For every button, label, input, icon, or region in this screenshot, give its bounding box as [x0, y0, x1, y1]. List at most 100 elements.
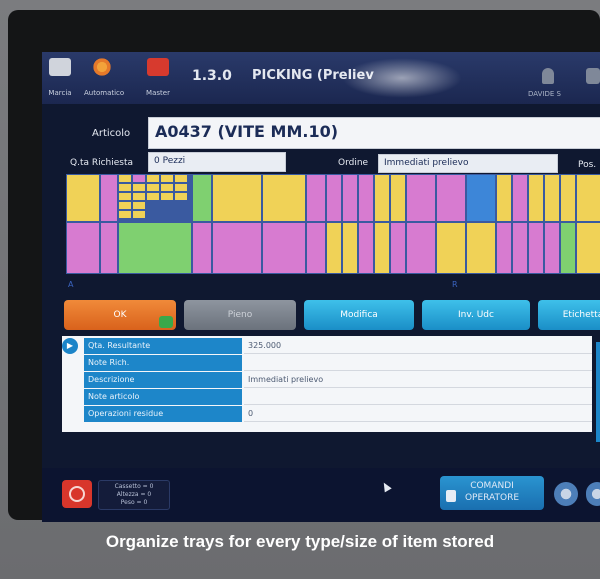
- comandi-operatore-button[interactable]: COMANDI OPERATORE: [440, 476, 544, 510]
- tray-cell[interactable]: [529, 175, 543, 221]
- photo-background: Marcia Automatico Master 1.3.0 PICKING (…: [0, 0, 600, 579]
- tray-cell[interactable]: [119, 223, 191, 273]
- pieno-button[interactable]: Pieno: [184, 300, 296, 330]
- info-row[interactable]: Note articolo: [84, 389, 592, 405]
- tray-cell[interactable]: [327, 175, 341, 221]
- inv-udc-button[interactable]: Inv. Udc: [422, 300, 530, 330]
- tray-cell[interactable]: [359, 175, 373, 221]
- tray-small-cell[interactable]: [133, 202, 145, 209]
- round-button-icon[interactable]: [554, 482, 578, 506]
- power-icon: [69, 486, 85, 502]
- tray-small-cell[interactable]: [175, 184, 187, 191]
- qta-richiesta-field[interactable]: 0 Pezzi: [148, 152, 286, 172]
- info-table: ▶ Qta. Resultante 325.000 Note Rich. Des…: [62, 336, 592, 432]
- status-altezza: Altezza = 0: [116, 491, 152, 498]
- tray-cell[interactable]: [213, 223, 261, 273]
- user-name: DAVIDE S: [528, 90, 561, 98]
- articolo-field[interactable]: A0437 (VITE MM.10): [148, 117, 600, 149]
- tray-small-cell[interactable]: [119, 193, 131, 200]
- tray-cell[interactable]: [101, 223, 117, 273]
- tray-small-cell[interactable]: [133, 193, 145, 200]
- tray-cell[interactable]: [407, 175, 435, 221]
- tray-small-cell[interactable]: [119, 202, 131, 209]
- tray-cell[interactable]: [577, 223, 600, 273]
- tray-cell[interactable]: [375, 175, 389, 221]
- tray-cell[interactable]: [343, 175, 357, 221]
- tray-cell[interactable]: [213, 175, 261, 221]
- tray-cell[interactable]: [437, 175, 465, 221]
- round-button-icon[interactable]: [586, 482, 600, 506]
- inv-udc-label: Inv. Udc: [458, 310, 494, 320]
- tray-cell[interactable]: [529, 223, 543, 273]
- tray-small-cell[interactable]: [133, 211, 145, 218]
- tray-cell[interactable]: [359, 223, 373, 273]
- tray-small-cell[interactable]: [161, 175, 173, 182]
- user-icon[interactable]: [542, 68, 554, 84]
- tray-cell[interactable]: [307, 223, 325, 273]
- tray-small-cell[interactable]: [147, 175, 159, 182]
- tray-cell[interactable]: [577, 175, 600, 221]
- tray-cell[interactable]: [545, 175, 559, 221]
- tray-cell[interactable]: [193, 223, 211, 273]
- tray-cell[interactable]: [467, 175, 495, 221]
- tray-cell[interactable]: [67, 223, 99, 273]
- stop-button[interactable]: [62, 480, 92, 508]
- articolo-label: Articolo: [92, 128, 131, 139]
- tray-cell[interactable]: [193, 175, 211, 221]
- tray-cell[interactable]: [513, 175, 527, 221]
- info-row[interactable]: Descrizione Immediati prelievo: [84, 372, 592, 388]
- modifica-button[interactable]: Modifica: [304, 300, 414, 330]
- tray-cell[interactable]: [561, 175, 575, 221]
- tray-small-cell[interactable]: [133, 175, 145, 182]
- automatico-button[interactable]: Automatico: [84, 58, 124, 99]
- version-label: 1.3.0: [192, 68, 232, 84]
- operator-icon: [446, 490, 456, 502]
- tray-small-cell[interactable]: [175, 175, 187, 182]
- tray-cell[interactable]: [307, 175, 325, 221]
- info-row[interactable]: Qta. Resultante 325.000: [84, 338, 592, 354]
- tray-cell[interactable]: [375, 223, 389, 273]
- tray-cell[interactable]: [561, 223, 575, 273]
- tray-cell[interactable]: [327, 223, 341, 273]
- tray-cell[interactable]: [545, 223, 559, 273]
- tray-cell[interactable]: [497, 175, 511, 221]
- master-button[interactable]: Master: [140, 58, 176, 99]
- tray-cell[interactable]: [407, 223, 435, 273]
- tray-small-cell[interactable]: [147, 193, 159, 200]
- tray-cell[interactable]: [263, 175, 305, 221]
- tray-map[interactable]: [66, 174, 600, 274]
- tray-small-cell[interactable]: [175, 193, 187, 200]
- info-row[interactable]: Operazioni residue 0: [84, 406, 592, 422]
- info-row[interactable]: Note Rich.: [84, 355, 592, 371]
- info-scrollbar[interactable]: [596, 342, 600, 442]
- marcia-button[interactable]: Marcia: [42, 58, 78, 99]
- tray-cell[interactable]: [467, 223, 495, 273]
- tray-small-cell[interactable]: [161, 184, 173, 191]
- tray-small-cell[interactable]: [133, 184, 145, 191]
- tray-cell[interactable]: [391, 175, 405, 221]
- lock-icon[interactable]: [586, 68, 600, 84]
- tray-small-cell[interactable]: [119, 175, 131, 182]
- tray-small-cell[interactable]: [119, 211, 131, 218]
- tray-small-cell[interactable]: [161, 193, 173, 200]
- qta-richiesta-label: Q.ta Richiesta: [70, 158, 134, 168]
- tray-cell[interactable]: [101, 175, 117, 221]
- tray-small-cell[interactable]: [119, 184, 131, 191]
- ordine-field[interactable]: Immediati prelievo: [378, 154, 558, 173]
- tray-grid[interactable]: [66, 174, 600, 274]
- tray-cell[interactable]: [343, 223, 357, 273]
- tray-cell[interactable]: [497, 223, 511, 273]
- monitor-bezel: Marcia Automatico Master 1.3.0 PICKING (…: [8, 10, 600, 522]
- tray-cell[interactable]: [263, 223, 305, 273]
- status-cassetto: Cassetto = 0: [114, 483, 154, 490]
- expand-icon[interactable]: ▶: [62, 338, 78, 354]
- tray-cell[interactable]: [513, 223, 527, 273]
- ok-button[interactable]: OK: [64, 300, 176, 330]
- tray-cell[interactable]: [67, 175, 99, 221]
- tray-cell[interactable]: [437, 223, 465, 273]
- info-row-label: Note articolo: [84, 389, 242, 405]
- master-label: Master: [146, 89, 170, 97]
- tray-cell[interactable]: [391, 223, 405, 273]
- tray-small-cell[interactable]: [147, 184, 159, 191]
- etichetta-button[interactable]: Etichetta: [538, 300, 600, 330]
